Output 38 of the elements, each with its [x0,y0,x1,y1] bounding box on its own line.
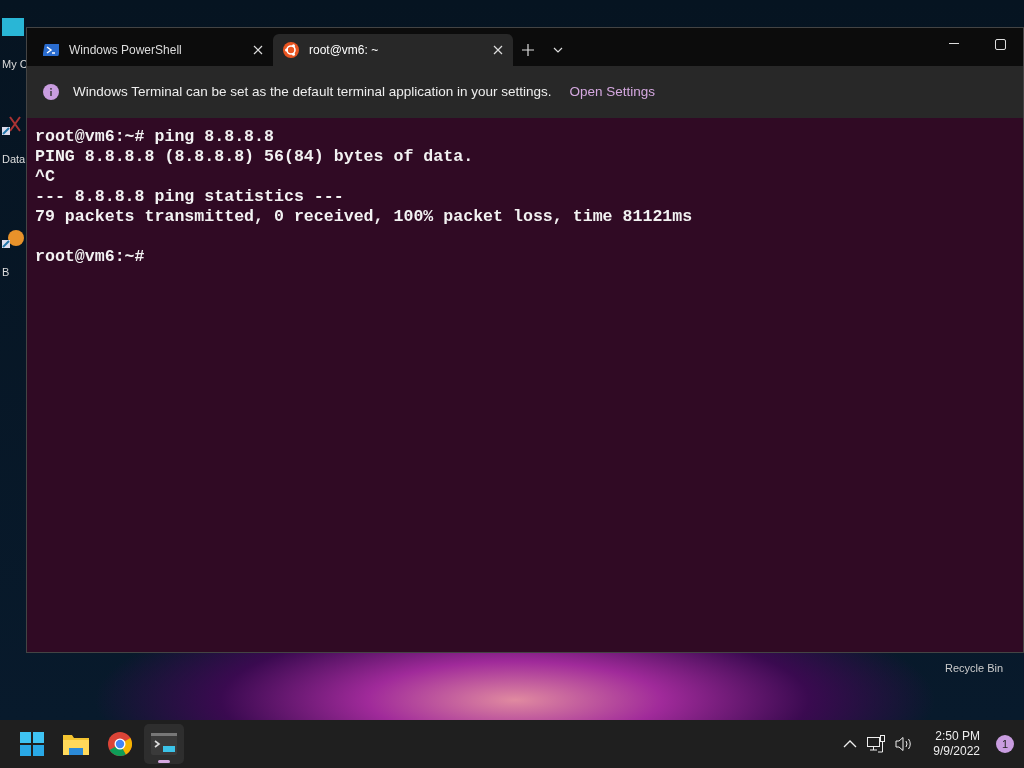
icon-label[interactable]: Data [0,151,26,168]
terminal-line: root@vm6:~# ping 8.8.8.8 [35,127,274,147]
clock-date: 9/9/2022 [933,744,980,759]
terminal-line: ^C [35,167,55,187]
network-icon[interactable] [867,735,886,753]
shortcut-icon[interactable] [0,228,26,248]
folder-icon [63,733,89,755]
windows-logo-icon [20,732,44,756]
clock[interactable]: 2:50 PM 9/9/2022 [933,729,980,759]
tab-label: root@vm6: ~ [309,42,380,59]
info-icon [43,84,59,100]
info-message: Windows Terminal can be set as the default terminal application in your settings. [73,82,552,101]
taskbar-app-button[interactable] [144,724,184,764]
terminal-line: --- 8.8.8.8 ping statistics --- [35,187,344,207]
close-icon[interactable] [493,45,503,55]
icon-label[interactable]: Recycle Bin [945,660,1004,677]
browser-icon [108,732,132,756]
close-icon[interactable] [253,45,263,55]
tab-label: Windows PowerShell [69,42,183,59]
tab[interactable]: Windows PowerShell [33,34,273,66]
volume-icon[interactable] [895,736,914,752]
notification-badge[interactable]: 1 [996,735,1014,753]
maximize-icon [994,38,1006,50]
terminal-icon [151,733,177,755]
ubuntu-icon [283,42,299,58]
terminal-line: PING 8.8.8.8 (8.8.8.8) 56(84) bytes of data. [35,147,474,167]
open-settings-link[interactable]: Open Settings [569,81,656,103]
clock-time: 2:50 PM [935,729,980,744]
plus-icon [522,44,534,56]
icon-label[interactable]: B [0,264,10,281]
tab[interactable]: root@vm6: ~ [273,34,513,66]
chevron-up-icon[interactable] [843,740,858,748]
terminal-line: 79 packets transmitted, 0 received, 100% packet loss, time 81121ms [35,207,693,227]
caret-icon [553,47,563,53]
active-indicator [158,760,170,763]
terminal-line: root@vm6:~# [35,247,145,267]
minimize-icon [949,43,959,45]
powershell-icon [43,42,59,58]
